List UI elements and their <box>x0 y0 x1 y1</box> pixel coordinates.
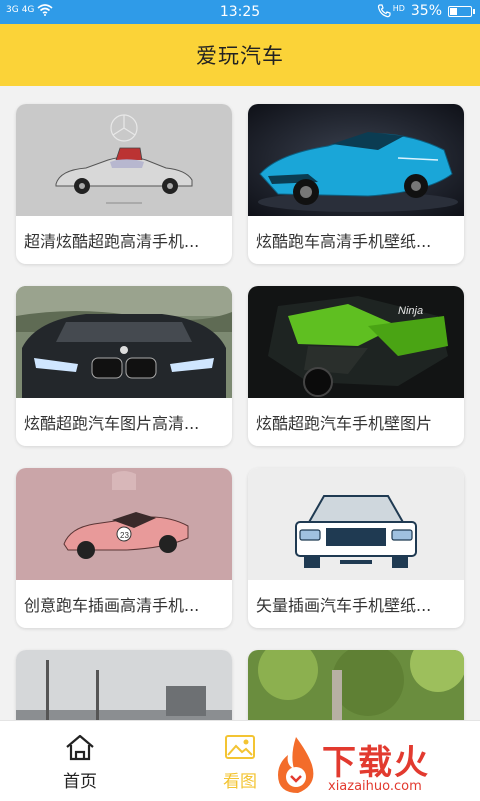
card-title: 创意跑车插画高清手机... <box>24 596 200 615</box>
card-item[interactable] <box>248 650 464 720</box>
status-bar: 3G 4G 13:25 HD 35% <box>0 0 480 24</box>
green-motorcycle-image: Ninja <box>248 286 464 398</box>
silver-car-image <box>16 104 232 216</box>
black-convertible-image <box>16 286 232 398</box>
card-item[interactable]: 矢量插画汽车手机壁纸... <box>248 468 464 628</box>
pink-racecar-image: 23 <box>16 468 232 580</box>
card-title: 矢量插画汽车手机壁纸... <box>256 596 432 615</box>
card-title: 炫酷超跑汽车手机壁图片 <box>256 414 433 433</box>
hd-label: HD <box>392 3 405 13</box>
watermark-logo: 下载火 xiazaihuo.com <box>272 735 472 797</box>
app-bar: 爱玩汽车 <box>0 24 480 86</box>
card-item[interactable]: 炫酷超跑汽车图片高清... <box>16 286 232 446</box>
call-icon <box>377 4 391 18</box>
forest-photo-image <box>248 650 464 720</box>
street-photo-image <box>16 650 232 720</box>
home-icon <box>66 734 94 761</box>
card-item[interactable] <box>16 650 232 720</box>
pickup-truck-image <box>248 468 464 580</box>
gallery-icon <box>225 735 255 759</box>
card-item[interactable]: 炫酷跑车高清手机壁纸... <box>248 104 464 264</box>
card-item[interactable]: 23 创意跑车插画高清手机... <box>16 468 232 628</box>
battery-icon <box>448 5 475 17</box>
card-title: 炫酷跑车高清手机壁纸... <box>256 232 432 251</box>
card-item[interactable]: 超清炫酷超跑高清手机... <box>16 104 232 264</box>
flame-icon <box>278 737 314 793</box>
battery-percent: 35% <box>410 3 442 19</box>
card-title: 炫酷超跑汽车图片高清... <box>24 414 200 433</box>
card-item[interactable]: Ninja 炫酷超跑汽车手机壁图片 <box>248 286 464 446</box>
blue-supercar-image <box>248 104 464 216</box>
watermark-url: xiazaihuo.com <box>328 779 422 794</box>
watermark-text: 下载火 <box>322 743 430 783</box>
tab-home-label: 首页 <box>63 772 97 792</box>
tab-home[interactable]: 首页 <box>0 721 160 801</box>
card-title: 超清炫酷超跑高清手机... <box>24 232 200 251</box>
page-title: 爱玩汽车 <box>196 44 284 68</box>
card-grid[interactable]: 超清炫酷超跑高清手机... 炫酷跑车高清手机壁纸... 炫酷超跑汽车图片高清..… <box>0 86 480 720</box>
svg-text:Ninja: Ninja <box>398 305 423 317</box>
svg-text:23: 23 <box>120 531 129 540</box>
